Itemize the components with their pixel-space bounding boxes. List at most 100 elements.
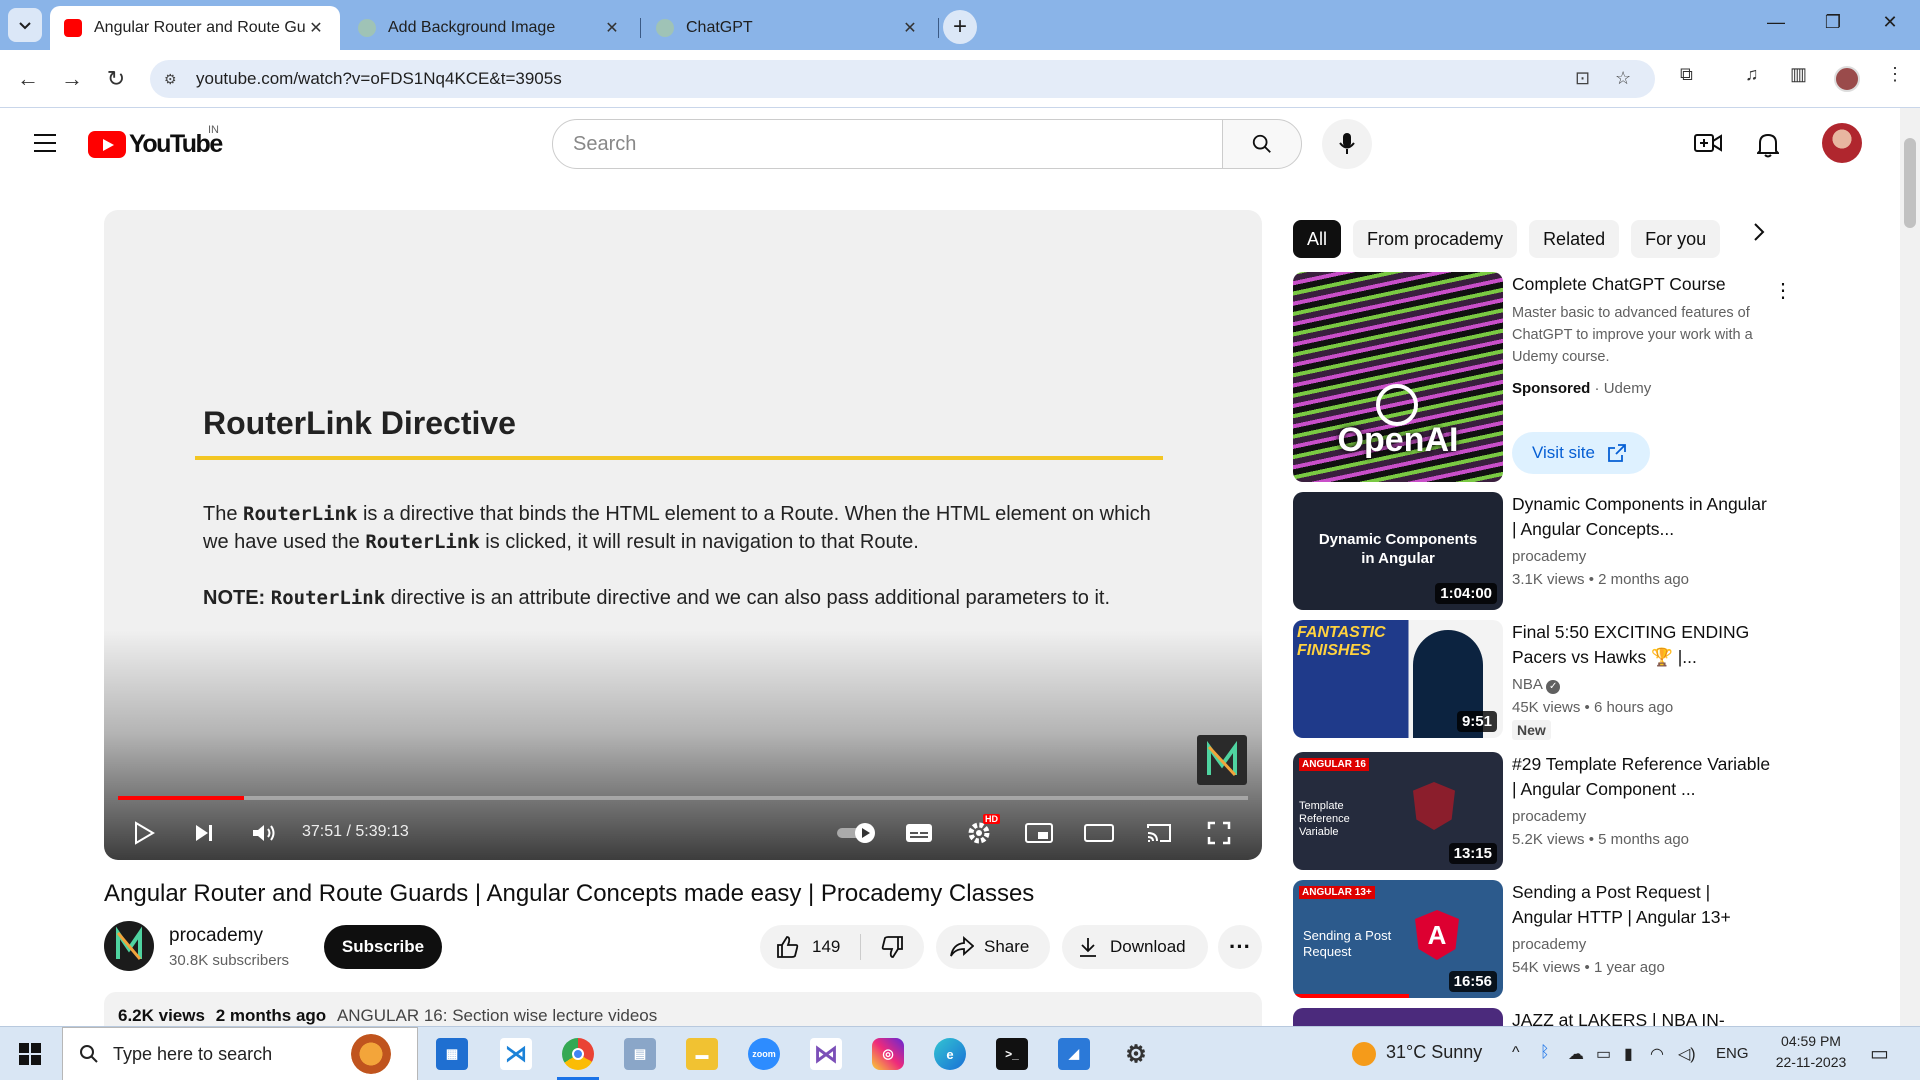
vscode-icon[interactable]: ⋊ bbox=[500, 1038, 532, 1070]
ad-thumbnail[interactable]: OpenAI bbox=[1293, 272, 1503, 482]
microsoft-store-icon[interactable]: ▦ bbox=[436, 1038, 468, 1070]
chrome-icon[interactable] bbox=[562, 1038, 594, 1070]
autoplay-toggle[interactable] bbox=[832, 814, 882, 852]
video-thumbnail[interactable]: ANGULAR 16 Template Reference Variable 1… bbox=[1293, 752, 1503, 870]
video-title[interactable]: JAZZ at LAKERS | NBA IN- bbox=[1512, 1008, 1772, 1026]
fullscreen-button[interactable] bbox=[1199, 814, 1239, 852]
menu-icon[interactable] bbox=[34, 134, 56, 158]
video-title[interactable]: #29 Template Reference Variable | Angula… bbox=[1512, 752, 1772, 802]
side-panel-icon[interactable]: ▥ bbox=[1790, 64, 1807, 85]
share-button[interactable]: Share bbox=[936, 925, 1050, 969]
search-input[interactable]: Search bbox=[552, 119, 1224, 169]
file-explorer-icon[interactable]: ▬ bbox=[686, 1038, 718, 1070]
language-indicator[interactable]: ENG bbox=[1716, 1045, 1749, 1062]
channel-name[interactable]: NBA ✓ bbox=[1512, 676, 1561, 694]
terminal-icon[interactable]: >_ bbox=[996, 1038, 1028, 1070]
voice-search-button[interactable] bbox=[1322, 119, 1372, 169]
photos-app-icon[interactable]: ◢ bbox=[1058, 1038, 1090, 1070]
close-tab-icon[interactable]: ✕ bbox=[602, 18, 622, 38]
notification-center-icon[interactable]: ▭ bbox=[1870, 1041, 1889, 1066]
taskbar-search-box[interactable]: Type here to search bbox=[62, 1027, 418, 1080]
theater-mode-button[interactable] bbox=[1079, 814, 1119, 852]
site-info-icon[interactable]: ⚙ bbox=[164, 71, 184, 88]
miniplayer-button[interactable] bbox=[1019, 814, 1059, 852]
instagram-icon[interactable]: ◎ bbox=[872, 1038, 904, 1070]
ad-options-icon[interactable]: ⋮ bbox=[1773, 278, 1793, 303]
next-video-button[interactable] bbox=[184, 814, 224, 852]
video-title[interactable]: Sending a Post Request | Angular HTTP | … bbox=[1512, 880, 1772, 930]
search-button[interactable] bbox=[1222, 119, 1302, 169]
close-tab-icon[interactable]: ✕ bbox=[900, 18, 920, 38]
account-avatar[interactable] bbox=[1822, 123, 1862, 163]
video-title[interactable]: Dynamic Components in Angular | Angular … bbox=[1512, 492, 1772, 542]
reload-button[interactable]: ↻ bbox=[100, 63, 132, 95]
video-thumbnail[interactable]: Dynamic Components in Angular 1:04:00 bbox=[1293, 492, 1503, 610]
sponsored-ad[interactable]: OpenAI Complete ChatGPT Course Master ba… bbox=[1293, 272, 1793, 482]
more-actions-button[interactable]: ··· bbox=[1218, 925, 1262, 969]
edge-icon[interactable]: e bbox=[934, 1038, 966, 1070]
recommended-video[interactable]: ANGULAR 16 Template Reference Variable 1… bbox=[1293, 752, 1773, 870]
media-control-icon[interactable]: ♫ bbox=[1745, 64, 1759, 85]
tab-chatgpt[interactable]: ChatGPT ✕ bbox=[642, 6, 934, 50]
scrollbar-thumb[interactable] bbox=[1904, 138, 1916, 228]
create-video-button[interactable] bbox=[1694, 132, 1722, 159]
chips-next-button[interactable] bbox=[1752, 222, 1766, 248]
settings-button[interactable]: HD bbox=[959, 814, 1000, 852]
chip-from-procademy[interactable]: From procademy bbox=[1353, 220, 1518, 258]
extensions-icon[interactable]: ⧉ bbox=[1680, 64, 1693, 85]
video-player[interactable]: RouterLink Directive The RouterLink is a… bbox=[104, 210, 1262, 860]
notifications-button[interactable] bbox=[1755, 132, 1781, 163]
download-button[interactable]: Download bbox=[1062, 925, 1208, 969]
forward-button[interactable]: → bbox=[56, 63, 88, 95]
install-app-icon[interactable]: ⊡ bbox=[1575, 68, 1590, 89]
back-button[interactable]: ← bbox=[12, 63, 44, 95]
weather-text[interactable]: 31°C Sunny bbox=[1386, 1042, 1482, 1063]
display-icon[interactable]: ▭ bbox=[1596, 1044, 1611, 1064]
restore-window-button[interactable]: ❐ bbox=[1813, 12, 1853, 33]
video-thumbnail[interactable] bbox=[1293, 1008, 1503, 1026]
wifi-icon[interactable]: ◠ bbox=[1650, 1044, 1664, 1064]
volume-tray-icon[interactable]: ◁) bbox=[1678, 1044, 1696, 1064]
subtitles-button[interactable] bbox=[899, 814, 939, 852]
recommended-video[interactable]: JAZZ at LAKERS | NBA IN- bbox=[1293, 1008, 1773, 1026]
address-bar[interactable]: ⚙ youtube.com/watch?v=oFDS1Nq4KCE&t=3905… bbox=[150, 60, 1655, 98]
channel-name[interactable]: procademy bbox=[1512, 548, 1586, 565]
battery-icon[interactable]: ▮ bbox=[1624, 1044, 1633, 1064]
cast-button[interactable] bbox=[1139, 814, 1179, 852]
tab-search-dropdown-button[interactable] bbox=[8, 8, 42, 42]
visit-site-button[interactable]: Visit site bbox=[1512, 432, 1650, 474]
like-button[interactable]: 149 bbox=[760, 935, 860, 959]
play-button[interactable] bbox=[124, 814, 164, 852]
browser-menu-icon[interactable]: ⋮ bbox=[1886, 64, 1904, 85]
clock-time[interactable]: 04:59 PM bbox=[1776, 1033, 1846, 1049]
onedrive-cloud-icon[interactable]: ☁ bbox=[1568, 1044, 1584, 1064]
settings-gear-icon[interactable]: ⚙ bbox=[1120, 1038, 1152, 1070]
channel-name[interactable]: procademy bbox=[1512, 936, 1586, 953]
page-scrollbar[interactable] bbox=[1900, 108, 1920, 1026]
tab-add-background-image[interactable]: Add Background Image ✕ bbox=[344, 6, 636, 50]
video-thumbnail[interactable]: ANGULAR 13+ Sending a Post Request A 16:… bbox=[1293, 880, 1503, 998]
channel-name[interactable]: procademy bbox=[1512, 808, 1586, 825]
recommended-video[interactable]: Dynamic Components in Angular 1:04:00 Dy… bbox=[1293, 492, 1773, 610]
subscribe-button[interactable]: Subscribe bbox=[324, 925, 442, 969]
mute-button[interactable] bbox=[244, 814, 284, 852]
ad-title[interactable]: Complete ChatGPT Course bbox=[1512, 272, 1772, 297]
dislike-button[interactable] bbox=[861, 935, 923, 959]
new-tab-button[interactable]: + bbox=[943, 10, 977, 44]
procademy-watermark-logo[interactable] bbox=[1197, 735, 1247, 785]
clock-date[interactable]: 22-11-2023 bbox=[1770, 1054, 1852, 1070]
chip-for-you[interactable]: For you bbox=[1631, 220, 1721, 258]
paint-app-icon[interactable]: ▤ bbox=[624, 1038, 656, 1070]
close-window-button[interactable]: ✕ bbox=[1870, 12, 1910, 33]
bluetooth-icon[interactable]: ᛒ bbox=[1540, 1044, 1550, 1062]
bookmark-star-icon[interactable]: ☆ bbox=[1615, 68, 1631, 89]
progress-bar[interactable] bbox=[118, 796, 1248, 800]
chip-related[interactable]: Related bbox=[1529, 220, 1620, 258]
zoom-icon[interactable]: zoom bbox=[748, 1038, 780, 1070]
minimize-window-button[interactable]: — bbox=[1756, 12, 1796, 33]
visual-studio-icon[interactable]: ⋈ bbox=[810, 1038, 842, 1070]
youtube-logo[interactable]: YouTube IN bbox=[88, 124, 223, 159]
recommended-video[interactable]: FANTASTIC FINISHES 9:51 Final 5:50 EXCIT… bbox=[1293, 620, 1773, 740]
browser-profile-avatar[interactable] bbox=[1834, 66, 1860, 92]
channel-avatar[interactable] bbox=[104, 921, 154, 971]
